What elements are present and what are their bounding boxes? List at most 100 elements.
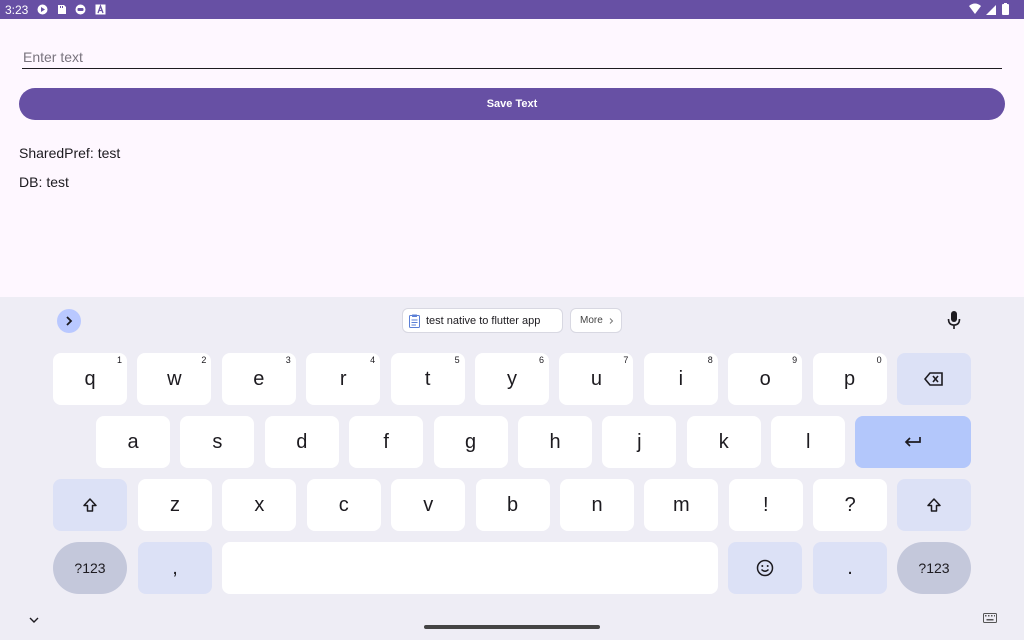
key-g[interactable]: g bbox=[433, 416, 508, 468]
period-key[interactable]: . bbox=[813, 542, 887, 594]
clipboard-suggestion-text: test native to flutter app bbox=[426, 314, 541, 327]
key-x[interactable]: x bbox=[222, 479, 297, 531]
key-n[interactable]: n bbox=[560, 479, 634, 531]
enter-key[interactable] bbox=[855, 416, 971, 468]
chevron-right-small-icon bbox=[609, 317, 614, 324]
key-b[interactable]: b bbox=[475, 479, 550, 531]
key-hint: 0 bbox=[876, 355, 882, 365]
key-v[interactable]: v bbox=[391, 479, 466, 531]
key-label: v bbox=[423, 493, 434, 516]
key-s[interactable]: s bbox=[180, 416, 255, 468]
save-text-button[interactable]: Save Text bbox=[19, 88, 1005, 120]
key-label: w bbox=[167, 367, 182, 390]
keyboard-toolbar-expand-button[interactable] bbox=[57, 309, 81, 333]
keyboard-collapse-icon[interactable] bbox=[29, 616, 39, 624]
status-bar: 3:23 bbox=[0, 0, 1024, 19]
key-z[interactable]: z bbox=[138, 479, 212, 531]
symbols-key-right[interactable]: ?123 bbox=[897, 542, 971, 594]
sharedpref-result: SharedPref: test bbox=[19, 145, 120, 161]
key-label: o bbox=[759, 367, 771, 390]
db-result: DB: test bbox=[19, 174, 69, 190]
key-j[interactable]: j bbox=[602, 416, 677, 468]
key-hint: 4 bbox=[370, 355, 376, 365]
key-hint: 5 bbox=[454, 355, 460, 365]
key-p[interactable]: p0 bbox=[812, 353, 887, 405]
key-q[interactable]: q1 bbox=[53, 353, 127, 405]
robot-icon bbox=[75, 4, 86, 15]
key-label: p bbox=[844, 367, 856, 390]
key-d[interactable]: d bbox=[264, 416, 339, 468]
key-hint: 8 bbox=[707, 355, 713, 365]
key-label: m bbox=[673, 493, 690, 516]
shift-key-right[interactable] bbox=[897, 479, 971, 531]
text-input[interactable] bbox=[22, 46, 1002, 69]
key-u[interactable]: u7 bbox=[559, 353, 634, 405]
key-t[interactable]: t5 bbox=[390, 353, 465, 405]
space-key[interactable] bbox=[222, 542, 718, 594]
comma-key[interactable]: , bbox=[138, 542, 212, 594]
key-label: d bbox=[296, 430, 308, 453]
key-label: s bbox=[212, 430, 223, 453]
key-question[interactable]: ? bbox=[813, 479, 888, 531]
clipboard-suggestion-chip[interactable]: test native to flutter app bbox=[402, 308, 563, 333]
symbols-key-label: ?123 bbox=[74, 560, 106, 576]
db-label: DB: bbox=[19, 174, 43, 190]
more-chip[interactable]: More bbox=[570, 308, 622, 333]
key-label: z bbox=[170, 493, 180, 516]
shift-key-left[interactable] bbox=[53, 479, 127, 531]
db-value: test bbox=[46, 174, 69, 190]
key-label: a bbox=[127, 430, 139, 453]
key-label: t bbox=[424, 367, 431, 390]
key-a[interactable]: a bbox=[96, 416, 170, 468]
key-c[interactable]: c bbox=[306, 479, 381, 531]
enter-icon bbox=[904, 437, 921, 447]
key-e[interactable]: e3 bbox=[221, 353, 296, 405]
key-k[interactable]: k bbox=[686, 416, 761, 468]
key-label: b bbox=[507, 493, 519, 516]
key-y[interactable]: y6 bbox=[475, 353, 549, 405]
key-i[interactable]: i8 bbox=[643, 353, 718, 405]
emoji-icon bbox=[756, 559, 774, 577]
key-hint: 3 bbox=[285, 355, 291, 365]
key-o[interactable]: o9 bbox=[728, 353, 803, 405]
symbols-key-label: ?123 bbox=[918, 560, 950, 576]
status-time: 3:23 bbox=[5, 3, 29, 17]
play-protect-icon bbox=[37, 4, 48, 15]
home-indicator[interactable] bbox=[424, 625, 600, 629]
key-label: n bbox=[591, 493, 603, 516]
key-label: r bbox=[339, 367, 347, 390]
sd-card-icon bbox=[58, 5, 66, 14]
symbols-key-left[interactable]: ?123 bbox=[53, 542, 127, 594]
keyboard-switch-icon[interactable] bbox=[983, 613, 997, 623]
microphone-icon[interactable] bbox=[946, 310, 962, 330]
key-label: x bbox=[254, 493, 265, 516]
chevron-right-icon bbox=[66, 316, 73, 326]
key-m[interactable]: m bbox=[644, 479, 719, 531]
key-hint: 2 bbox=[201, 355, 207, 365]
key-w[interactable]: w2 bbox=[137, 353, 212, 405]
key-label: j bbox=[637, 430, 642, 453]
key-label: y bbox=[507, 367, 517, 390]
backspace-icon bbox=[924, 372, 943, 386]
backspace-key[interactable] bbox=[897, 353, 971, 405]
period-label: . bbox=[847, 556, 853, 579]
key-label: f bbox=[383, 430, 389, 453]
key-l[interactable]: l bbox=[771, 416, 846, 468]
key-f[interactable]: f bbox=[349, 416, 424, 468]
clipboard-icon bbox=[409, 314, 420, 328]
key-label: e bbox=[253, 367, 265, 390]
key-label: k bbox=[718, 430, 729, 453]
more-label: More bbox=[580, 315, 603, 326]
key-hint: 6 bbox=[538, 355, 544, 365]
wifi-icon bbox=[969, 3, 981, 14]
soft-keyboard: test native to flutter app More ?123 , .… bbox=[0, 297, 1024, 640]
status-right-icons bbox=[968, 3, 1018, 16]
key-r[interactable]: r4 bbox=[306, 353, 381, 405]
key-label: u bbox=[590, 367, 602, 390]
key-hint: 1 bbox=[116, 355, 122, 365]
key-exclamation[interactable]: ! bbox=[728, 479, 803, 531]
key-h[interactable]: h bbox=[518, 416, 592, 468]
key-label: c bbox=[338, 493, 349, 516]
key-hint: 9 bbox=[792, 355, 798, 365]
emoji-key[interactable] bbox=[728, 542, 802, 594]
